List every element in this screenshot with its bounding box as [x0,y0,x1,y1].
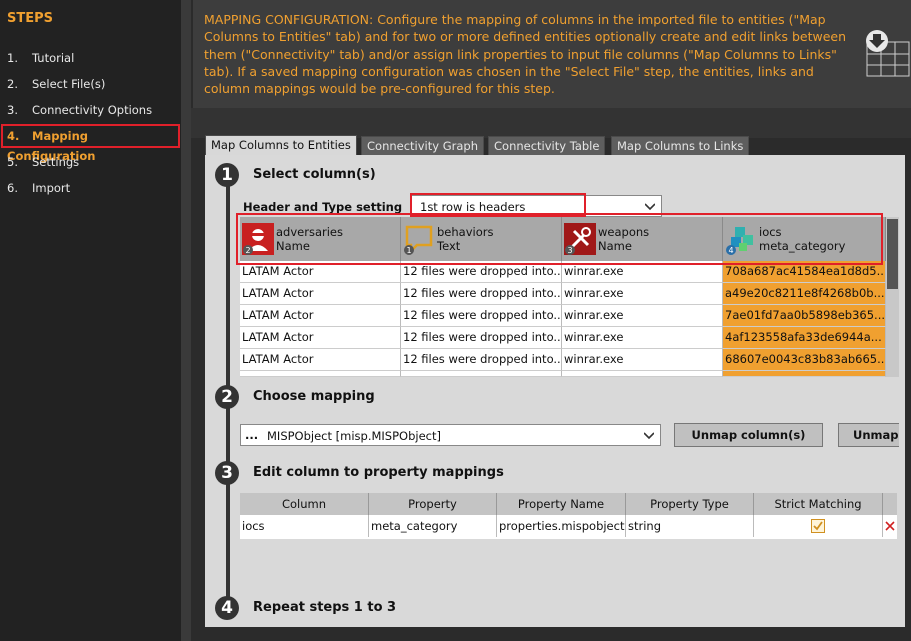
table-cell[interactable]: 12 files were dropped into... [401,261,562,283]
step-import[interactable]: 6. Import [7,178,177,198]
table-cell[interactable]: LATAM Actor [240,261,401,283]
step2-number: 2 [215,385,239,409]
tools-icon: 3 [564,223,596,255]
steps-sidebar: STEPS 1. Tutorial 2. Select File(s) 3. Conn… [0,0,181,641]
adversary-icon: 2 [242,223,274,255]
table-cell[interactable]: 12 files were dropped into... [401,305,562,327]
property-cell-column[interactable]: iocs [240,515,369,537]
mapping-ellipsis: ... [245,428,259,442]
table-row-partial [240,371,401,377]
table-cell[interactable]: 4af123558afa33de6944a... [723,327,886,349]
table-cell[interactable]: winrar.exe [562,327,723,349]
column-name: weapons [598,225,650,239]
col-header-column[interactable]: Column [240,493,369,515]
step-connectivity-options[interactable]: 3. Connectivity Options [7,100,177,120]
property-cell-delete [883,515,897,537]
table-cell[interactable]: LATAM Actor [240,327,401,349]
table-cell[interactable]: a49e20c8211e8f4268b0b... [723,283,886,305]
mapping-value: MISPObject [misp.MISPObject] [267,429,441,443]
step3-title: Edit column to property mappings [253,465,504,480]
step4-title: Repeat steps 1 to 3 [253,600,397,615]
step3-number: 3 [215,461,239,485]
property-cell-property[interactable]: meta_category [369,515,497,537]
property-cell-strict [754,515,883,537]
col-header-actions [883,493,897,515]
table-cell[interactable]: 12 files were dropped into... [401,349,562,371]
step1-title: Select column(s) [253,167,376,182]
svg-text:1: 1 [406,246,411,255]
columns-grid: 2 adversaries Name 1 behaviors Text 3 we… [240,217,886,377]
column-type: Name [276,239,310,253]
column-name: iocs [759,225,782,239]
object-cube-icon: 4 [726,227,753,255]
strict-matching-checkbox[interactable] [811,519,825,533]
property-mapping-table: Column Property Property Name Property T… [240,493,897,539]
svg-text:2: 2 [245,246,250,255]
delete-icon[interactable] [885,521,895,531]
table-cell[interactable]: 12 files were dropped into... [401,283,562,305]
step1-number: 1 [215,163,239,187]
col-header-property-name[interactable]: Property Name [497,493,626,515]
table-cell[interactable]: winrar.exe [562,283,723,305]
table-cell[interactable]: winrar.exe [562,261,723,283]
step4-number: 4 [215,596,239,620]
table-cell[interactable]: LATAM Actor [240,349,401,371]
column-name: behaviors [437,225,494,239]
table-cell[interactable]: winrar.exe [562,305,723,327]
mapping-panel: 1 Select column(s) Header and Type setti… [205,155,905,627]
step-select-files[interactable]: 2. Select File(s) [7,74,177,94]
content-gap [191,108,911,138]
unmap-columns-button[interactable]: Unmap column(s) [674,423,823,447]
table-row-partial [401,371,562,377]
instructions-text: MAPPING CONFIGURATION: Configure the map… [204,12,847,97]
header-type-label: Header and Type setting [243,200,403,214]
tab-connectivity-graph[interactable]: Connectivity Graph [361,136,484,157]
property-cell-name[interactable]: properties.mispobject [497,515,626,537]
grid-vertical-scrollbar[interactable] [886,217,899,377]
download-table-icon[interactable] [866,28,911,78]
step-settings[interactable]: 5. Settings [7,152,177,172]
table-cell[interactable]: 68607e0043c83b83ab665... [723,349,886,371]
column-type: Text [437,239,461,253]
speech-bubble-icon: 1 [404,225,433,255]
tab-map-columns-to-links[interactable]: Map Columns to Links [611,136,750,157]
table-cell[interactable]: LATAM Actor [240,305,401,327]
table-row-partial [562,371,723,377]
table-cell[interactable]: winrar.exe [562,349,723,371]
column-type: meta_category [759,239,846,253]
steps-title: STEPS [7,11,54,26]
column-header-iocs[interactable]: 4 iocs meta_category [723,217,886,261]
chevron-down-icon [644,432,654,440]
instructions-header: MAPPING CONFIGURATION: Configure the map… [193,0,911,108]
sidebar-splitter[interactable] [181,0,191,641]
col-header-strict-matching[interactable]: Strict Matching [754,493,883,515]
tab-connectivity-table[interactable]: Connectivity Table [488,136,606,157]
svg-text:4: 4 [728,246,733,255]
table-cell[interactable]: 708a687ac41584ea1d8d5... [723,261,886,283]
column-type: Name [598,239,632,253]
table-cell[interactable]: LATAM Actor [240,283,401,305]
svg-text:3: 3 [567,246,572,255]
column-header-weapons[interactable]: 3 weapons Name [562,217,723,261]
header-type-value: 1st row is headers [420,200,526,214]
mapping-select[interactable]: ... MISPObject [misp.MISPObject] [240,424,661,446]
col-header-property-type[interactable]: Property Type [626,493,754,515]
column-name: adversaries [276,225,343,239]
table-cell[interactable]: 12 files were dropped into... [401,327,562,349]
column-header-adversaries[interactable]: 2 adversaries Name [240,217,401,261]
header-type-select[interactable]: 1st row is headers [411,195,662,217]
chevron-down-icon [645,203,655,211]
step-tutorial[interactable]: 1. Tutorial [7,48,177,68]
col-header-property[interactable]: Property [369,493,497,515]
table-cell[interactable]: 7ae01fd7aa0b5898eb365... [723,305,886,327]
unmap-button[interactable]: Unmap [838,423,899,447]
property-cell-type[interactable]: string [626,515,754,537]
table-row-partial [723,371,886,377]
step2-title: Choose mapping [253,389,375,404]
step-mapping-configuration[interactable]: 4. Mapping Configuration [1,124,180,163]
scrollbar-thumb[interactable] [887,219,898,289]
column-header-behaviors[interactable]: 1 behaviors Text [401,217,562,261]
